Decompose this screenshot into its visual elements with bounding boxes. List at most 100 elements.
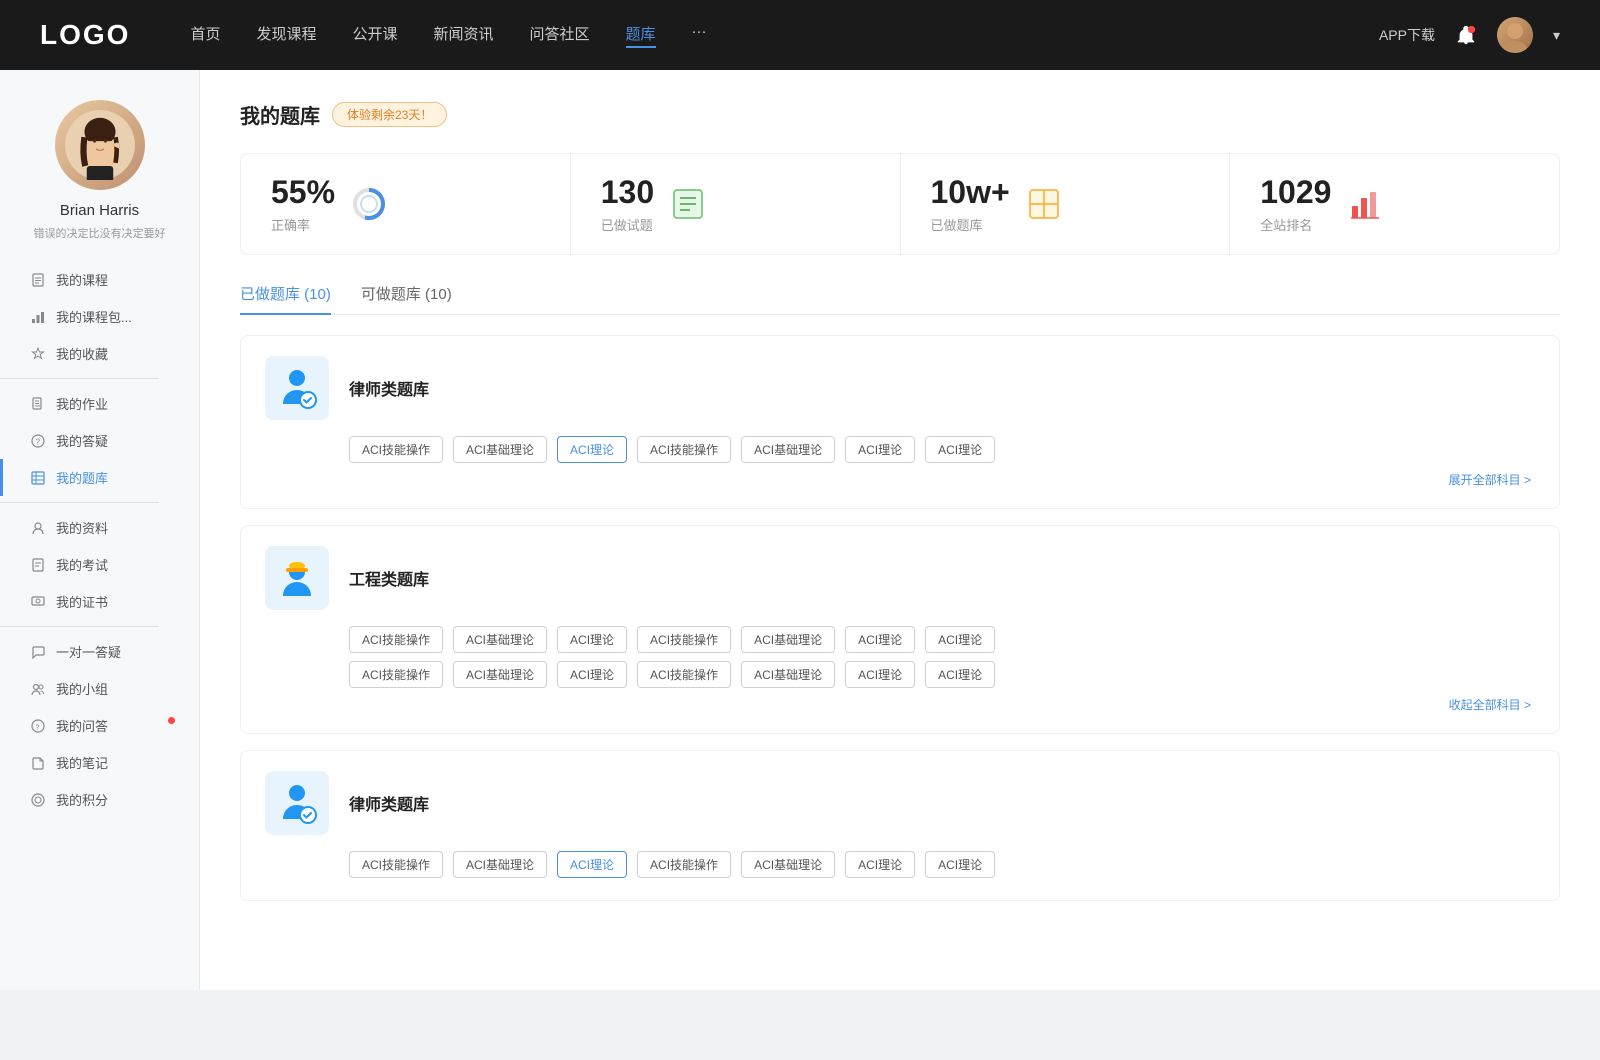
tag-3-4[interactable]: ACI技能操作	[637, 851, 731, 878]
stat-accuracy-value: 55%	[271, 174, 335, 211]
tag-1-6[interactable]: ACI理论	[845, 436, 915, 463]
nav-courses[interactable]: 发现课程	[256, 23, 316, 48]
sidebar-label-my-qa-posts: 我的问答	[56, 716, 108, 735]
navbar: LOGO 首页 发现课程 公开课 新闻资讯 问答社区 题库 ··· APP下载 …	[0, 0, 1600, 70]
navbar-right: APP下载 ▾	[1379, 17, 1560, 53]
sidebar-item-points[interactable]: 我的积分	[0, 781, 199, 818]
sidebar-item-course-package[interactable]: 我的课程包...	[0, 298, 199, 335]
bank-1-tags: ACI技能操作 ACI基础理论 ACI理论 ACI技能操作 ACI基础理论 AC…	[265, 436, 1535, 463]
stat-done-questions-text: 130 已做试题	[601, 174, 654, 234]
nav-open-course[interactable]: 公开课	[352, 23, 397, 48]
tag-3-3[interactable]: ACI理论	[557, 851, 627, 878]
nav-home[interactable]: 首页	[190, 23, 220, 48]
user-icon	[30, 520, 46, 536]
stat-done-questions-value: 130	[601, 174, 654, 211]
bank-2-tags-row2: ACI技能操作 ACI基础理论 ACI理论 ACI技能操作 ACI基础理论 AC…	[265, 661, 1535, 688]
tag-3-7[interactable]: ACI理论	[925, 851, 995, 878]
tag-2-7[interactable]: ACI理论	[925, 626, 995, 653]
nav-news[interactable]: 新闻资讯	[434, 23, 494, 48]
group-icon	[30, 681, 46, 697]
tag-3-5[interactable]: ACI基础理论	[741, 851, 835, 878]
sidebar-label-certificate: 我的证书	[56, 592, 108, 611]
tag-2-5[interactable]: ACI基础理论	[741, 626, 835, 653]
tag-3-2[interactable]: ACI基础理论	[453, 851, 547, 878]
sidebar-item-certificate[interactable]: 我的证书	[0, 583, 199, 620]
sidebar-item-favorites[interactable]: 我的收藏	[0, 335, 199, 372]
tag-2-1[interactable]: ACI技能操作	[349, 626, 443, 653]
sidebar-item-exam[interactable]: 我的考试	[0, 546, 199, 583]
qa-notification-dot	[168, 717, 175, 724]
bar-chart-icon	[1345, 184, 1385, 224]
page-title: 我的题库	[240, 100, 320, 129]
svg-text:?: ?	[36, 724, 40, 731]
tab-available-banks[interactable]: 可做题库 (10)	[361, 283, 452, 314]
chat-icon	[30, 644, 46, 660]
tag-2-13[interactable]: ACI理论	[845, 661, 915, 688]
user-dropdown-arrow[interactable]: ▾	[1553, 27, 1560, 44]
nav-more[interactable]: ···	[692, 23, 707, 48]
tag-2-4[interactable]: ACI技能操作	[637, 626, 731, 653]
notification-bell-icon[interactable]	[1455, 24, 1477, 46]
sidebar-item-homework[interactable]: 我的作业	[0, 385, 199, 422]
tab-done-banks[interactable]: 已做题库 (10)	[240, 283, 331, 314]
stat-ranking-value: 1029	[1260, 174, 1331, 211]
sidebar: Brian Harris 错误的决定比没有决定要好 我的课程 我的课程包...	[0, 70, 200, 990]
sidebar-item-notes[interactable]: 我的笔记	[0, 744, 199, 781]
bar-icon	[30, 309, 46, 325]
tag-2-14[interactable]: ACI理论	[925, 661, 995, 688]
stat-done-questions-label: 已做试题	[601, 215, 654, 234]
tag-2-12[interactable]: ACI基础理论	[741, 661, 835, 688]
tag-1-5[interactable]: ACI基础理论	[741, 436, 835, 463]
expand-link-1[interactable]: 展开全部科目 >	[265, 471, 1535, 488]
stat-ranking-label: 全站排名	[1260, 215, 1331, 234]
bank-title-engineer: 工程类题库	[349, 566, 429, 590]
lawyer-bank-icon	[265, 356, 329, 420]
avatar-image	[1497, 17, 1533, 53]
user-avatar[interactable]	[1497, 17, 1533, 53]
bank-card-2-header: 工程类题库	[265, 546, 1535, 610]
sidebar-item-question-bank[interactable]: 我的题库	[0, 459, 199, 496]
tag-1-3[interactable]: ACI理论	[557, 436, 627, 463]
stat-ranking: 1029 全站排名	[1230, 154, 1559, 254]
tag-2-11[interactable]: ACI技能操作	[637, 661, 731, 688]
tag-2-10[interactable]: ACI理论	[557, 661, 627, 688]
sidebar-item-my-course[interactable]: 我的课程	[0, 261, 199, 298]
tag-1-1[interactable]: ACI技能操作	[349, 436, 443, 463]
sidebar-label-exam: 我的考试	[56, 555, 108, 574]
avatar-svg	[65, 110, 135, 180]
tabs-row: 已做题库 (10) 可做题库 (10)	[240, 283, 1560, 315]
app-download[interactable]: APP下载	[1379, 25, 1435, 45]
tag-1-4[interactable]: ACI技能操作	[637, 436, 731, 463]
tag-2-3[interactable]: ACI理论	[557, 626, 627, 653]
sidebar-label-homework: 我的作业	[56, 394, 108, 413]
note-icon	[30, 755, 46, 771]
tag-1-2[interactable]: ACI基础理论	[453, 436, 547, 463]
divider-3	[0, 626, 159, 627]
stat-done-banks-text: 10w+ 已做题库	[931, 174, 1010, 234]
trial-badge: 体验剩余23天！	[332, 102, 447, 127]
tag-2-2[interactable]: ACI基础理论	[453, 626, 547, 653]
nav-questionbank[interactable]: 题库	[626, 23, 656, 48]
nav-qa[interactable]: 问答社区	[530, 23, 590, 48]
sidebar-label-profile: 我的资料	[56, 518, 108, 537]
tag-3-6[interactable]: ACI理论	[845, 851, 915, 878]
page-wrapper: Brian Harris 错误的决定比没有决定要好 我的课程 我的课程包...	[0, 70, 1600, 990]
sidebar-label-group: 我的小组	[56, 679, 108, 698]
tag-2-8[interactable]: ACI技能操作	[349, 661, 443, 688]
file-icon	[30, 272, 46, 288]
sidebar-item-qa[interactable]: ? 我的答疑	[0, 422, 199, 459]
sidebar-item-my-qa-posts[interactable]: ? 我的问答	[0, 707, 199, 744]
stat-done-questions: 130 已做试题	[571, 154, 901, 254]
collapse-link-2[interactable]: 收起全部科目 >	[265, 696, 1535, 713]
sidebar-item-profile[interactable]: 我的资料	[0, 509, 199, 546]
sidebar-label-one-on-one: 一对一答疑	[56, 642, 121, 661]
grid-icon	[1024, 184, 1064, 224]
stats-row: 55% 正确率 130 已做试题	[240, 153, 1560, 255]
tag-2-9[interactable]: ACI基础理论	[453, 661, 547, 688]
tag-3-1[interactable]: ACI技能操作	[349, 851, 443, 878]
tag-1-7[interactable]: ACI理论	[925, 436, 995, 463]
tag-2-6[interactable]: ACI理论	[845, 626, 915, 653]
sidebar-item-one-on-one[interactable]: 一对一答疑	[0, 633, 199, 670]
bank-card-lawyer-2: 律师类题库 ACI技能操作 ACI基础理论 ACI理论 ACI技能操作 ACI基…	[240, 750, 1560, 901]
sidebar-item-group[interactable]: 我的小组	[0, 670, 199, 707]
